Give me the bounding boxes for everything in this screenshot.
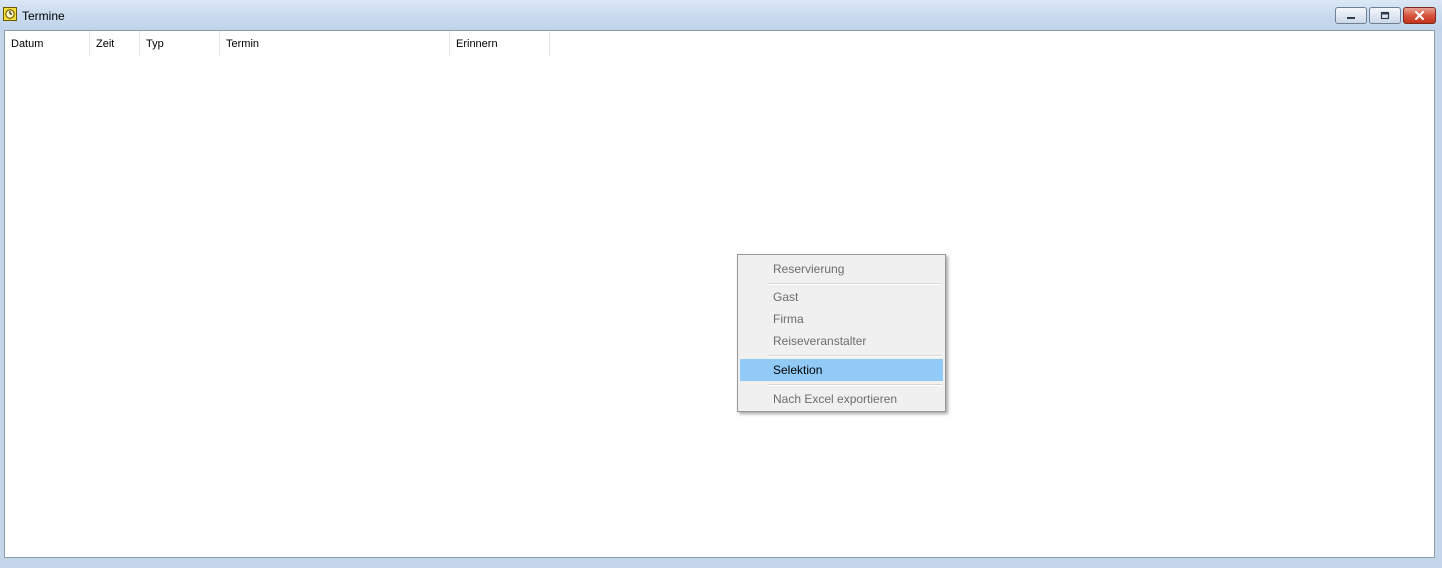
close-button[interactable] [1403, 7, 1436, 24]
menu-separator [768, 384, 942, 386]
menu-separator [768, 355, 942, 357]
menu-item-firma[interactable]: Firma [740, 308, 943, 330]
menu-item-nach-excel-exportieren[interactable]: Nach Excel exportieren [740, 388, 943, 410]
column-header-zeit[interactable]: Zeit [90, 31, 140, 56]
minimize-icon [1346, 9, 1356, 23]
column-header-typ[interactable]: Typ [140, 31, 220, 56]
maximize-icon [1380, 9, 1390, 23]
window-bottom-border [0, 558, 1442, 568]
column-header-erinnern[interactable]: Erinnern [450, 31, 550, 56]
termine-window: Termine Datum Zeit Typ Termin Erinnern R… [0, 0, 1442, 568]
menu-item-reservierung[interactable]: Reservierung [740, 258, 943, 280]
context-menu: Reservierung Gast Firma Reiseveranstalte… [737, 254, 946, 412]
window-title: Termine [22, 9, 65, 23]
menu-item-gast[interactable]: Gast [740, 286, 943, 308]
column-header-termin[interactable]: Termin [220, 31, 450, 56]
menu-item-reiseveranstalter[interactable]: Reiseveranstalter [740, 330, 943, 352]
column-header-datum[interactable]: Datum [5, 31, 90, 56]
clock-icon[interactable] [3, 7, 17, 21]
title-bar[interactable]: Termine [0, 0, 1442, 30]
minimize-button[interactable] [1335, 7, 1367, 24]
menu-separator [768, 283, 942, 285]
close-icon [1414, 9, 1425, 23]
list-header: Datum Zeit Typ Termin Erinnern [5, 31, 550, 56]
maximize-button[interactable] [1369, 7, 1401, 24]
menu-item-selektion[interactable]: Selektion [740, 359, 943, 381]
termine-list-view[interactable]: Datum Zeit Typ Termin Erinnern [4, 30, 1435, 558]
